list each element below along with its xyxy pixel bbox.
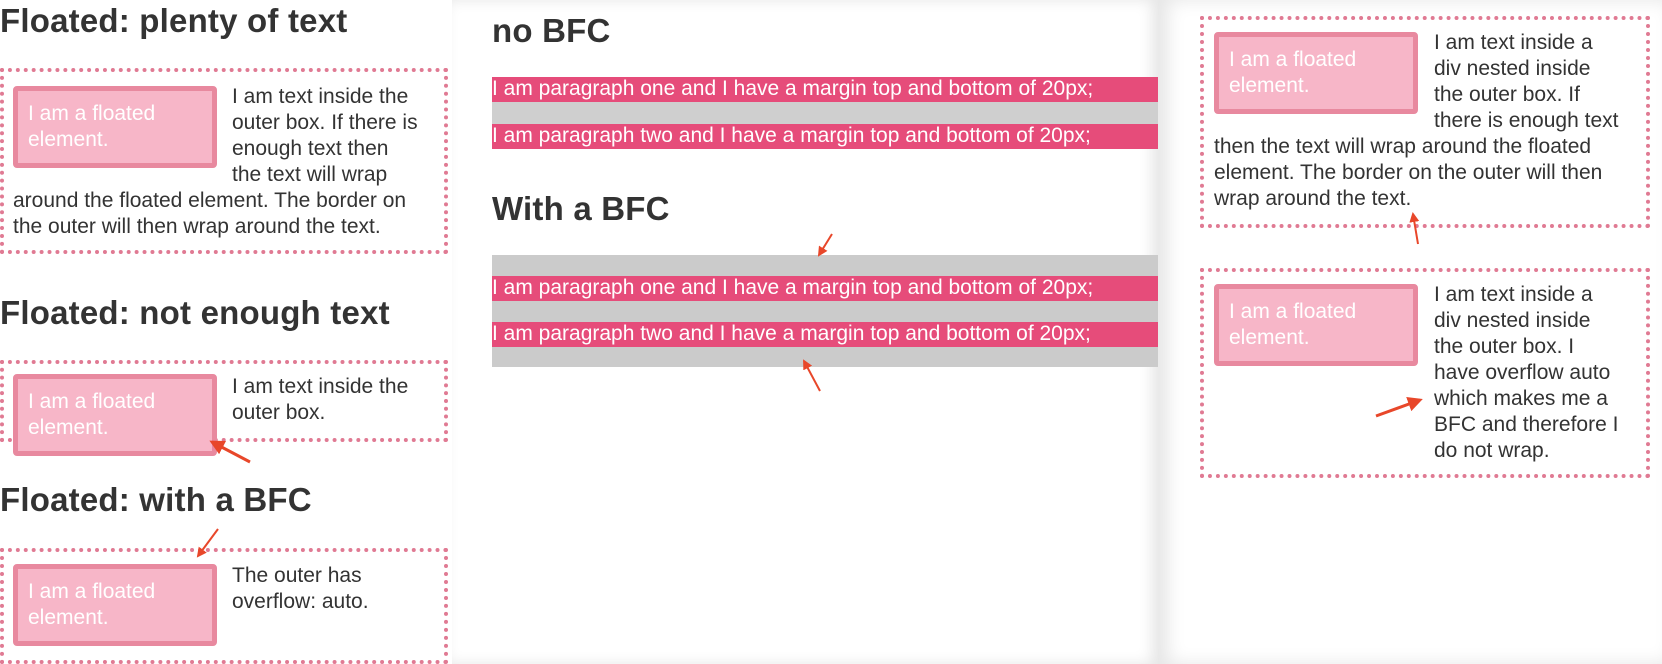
- floated-element: I am a floated element.: [13, 564, 217, 646]
- text-line: which makes me a: [1434, 387, 1608, 410]
- left-demo-panel: Floated: plenty of text I am a floated e…: [0, 0, 452, 664]
- text-line: div nested inside: [1434, 309, 1591, 332]
- text-line: I am text inside a: [1434, 31, 1593, 54]
- text-line: have overflow auto: [1434, 361, 1611, 384]
- text-line: I am text inside a: [1434, 283, 1593, 306]
- outer-box-plenty: I am a floated element. I am text inside…: [0, 68, 448, 254]
- floated-element: I am a floated element.: [13, 86, 217, 168]
- heading-floated-bfc: Floated: with a BFC: [0, 481, 312, 518]
- heading-no-bfc: no BFC: [492, 12, 611, 49]
- paragraph-two-bar: I am paragraph two and I have a margin t…: [492, 322, 1158, 347]
- right-demo-panel: I am a floated element. I am text inside…: [1158, 0, 1662, 664]
- text-line: overflow: auto.: [232, 590, 369, 613]
- text-line: The outer has: [232, 564, 362, 587]
- paragraph-one-bar: I am paragraph one and I have a margin t…: [492, 276, 1158, 301]
- floated-element: I am a floated element.: [1214, 32, 1418, 114]
- paragraph-one-bar: I am paragraph one and I have a margin t…: [492, 77, 1158, 102]
- heading-floated-not-enough: Floated: not enough text: [0, 294, 390, 331]
- middle-demo-panel: no BFC I am paragraph one and I have a m…: [452, 0, 1158, 664]
- text-line: then the text will wrap around the float…: [1214, 135, 1592, 158]
- text-line: outer box.: [232, 401, 326, 424]
- text-line: outer box. If there is: [232, 111, 418, 134]
- outer-box-nested-wrap: I am a floated element. I am text inside…: [1200, 16, 1650, 228]
- text-line: the outer box. If: [1434, 83, 1580, 106]
- text-line: element. The border on the outer will th…: [1214, 161, 1603, 184]
- text-line: the outer will then wrap around the text…: [13, 215, 381, 238]
- heading-with-bfc: With a BFC: [492, 190, 670, 227]
- text-line: I am text inside the: [232, 375, 409, 398]
- text-line: enough text then: [232, 137, 389, 160]
- paragraph-two-bar: I am paragraph two and I have a margin t…: [492, 124, 1158, 149]
- text-line: BFC and therefore I: [1434, 413, 1619, 436]
- text-line: the text will wrap: [232, 163, 388, 186]
- floated-element: I am a floated element.: [13, 374, 217, 456]
- text-line: there is enough text: [1434, 109, 1619, 132]
- floated-element: I am a floated element.: [1214, 284, 1418, 366]
- text-line: I am text inside the: [232, 85, 409, 108]
- text-line: around the floated element. The border o…: [13, 189, 407, 212]
- text-line: div nested inside: [1434, 57, 1591, 80]
- text-line: do not wrap.: [1434, 439, 1550, 462]
- bfc-container: [492, 255, 1158, 367]
- text-line: wrap around the text.: [1214, 187, 1412, 210]
- text-line: the outer box. I: [1434, 335, 1575, 358]
- outer-box-nested-bfc: I am a floated element. I am text inside…: [1200, 268, 1650, 478]
- heading-floated-plenty: Floated: plenty of text: [0, 2, 348, 39]
- outer-box-bfc: I am a floated element. The outer has ov…: [0, 548, 448, 664]
